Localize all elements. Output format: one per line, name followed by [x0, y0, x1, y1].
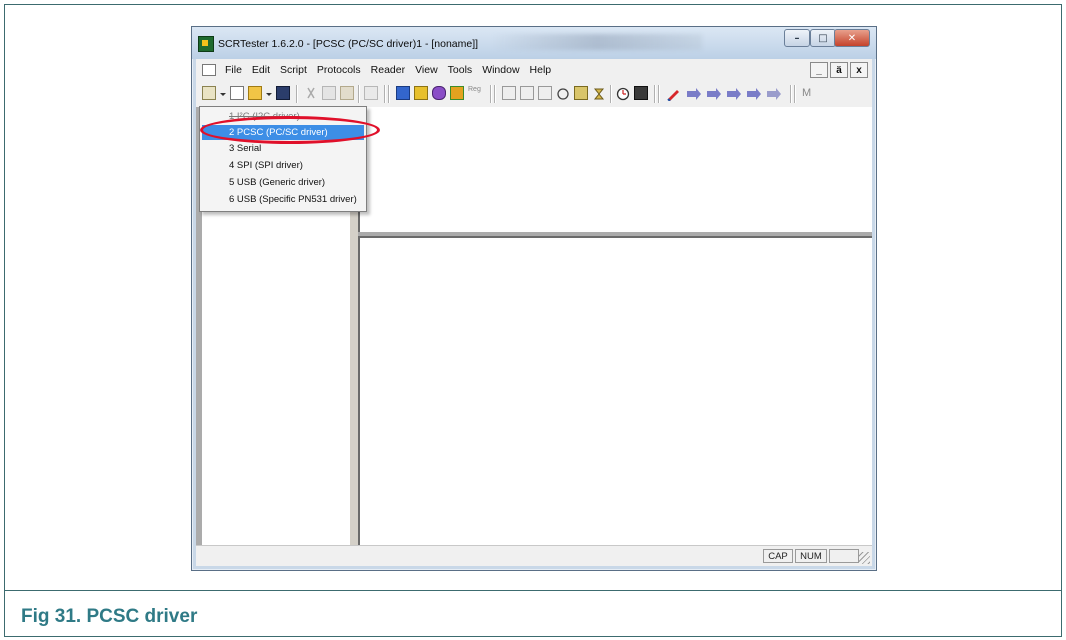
mdi-restore-button[interactable]: ä	[830, 62, 848, 78]
menu-window[interactable]: Window	[477, 64, 524, 76]
dropdown-item-usb-pn531[interactable]: 6 USB (Specific PN531 driver)	[202, 192, 364, 207]
menu-tools[interactable]: Tools	[443, 64, 478, 76]
scroll-indicator	[829, 549, 859, 563]
send-icon[interactable]	[414, 86, 428, 100]
toolbar-separator	[384, 85, 386, 103]
pen-icon[interactable]	[666, 86, 680, 102]
toolbar-separator	[658, 85, 660, 103]
menu-help[interactable]: Help	[525, 64, 557, 76]
dropdown-item-label: 1 I²C (I2C driver)	[229, 111, 300, 122]
toolbar-separator	[654, 85, 656, 103]
resize-grip[interactable]	[858, 552, 870, 564]
menu-script[interactable]: Script	[275, 64, 312, 76]
mdi-close-button[interactable]: x	[850, 62, 868, 78]
new-icon[interactable]	[230, 86, 244, 100]
open-icon[interactable]	[248, 86, 262, 100]
step-icon[interactable]	[502, 86, 516, 100]
dropdown-item-spi[interactable]: 4 SPI (SPI driver)	[202, 158, 364, 173]
dropdown-item-i2c[interactable]: 1 I²C (I2C driver)	[202, 109, 364, 124]
config-icon[interactable]	[592, 86, 606, 100]
erase-icon[interactable]	[432, 86, 446, 100]
dropdown-item-pcsc[interactable]: 2 PCSC (PC/SC driver)	[202, 125, 364, 140]
copy-icon[interactable]	[322, 86, 336, 100]
timer-icon[interactable]	[616, 86, 630, 101]
connect-dropdown-icon[interactable]	[220, 86, 226, 100]
toolbar-separator	[610, 85, 612, 103]
toolbar-separator	[358, 85, 360, 103]
grid-icon[interactable]	[450, 86, 464, 100]
reg-icon[interactable]: Reg	[468, 86, 484, 100]
title-bar-blur	[492, 34, 702, 50]
arrow5-icon[interactable]	[766, 86, 782, 100]
dropdown-item-serial[interactable]: 3 Serial	[202, 141, 364, 156]
window-title: SCRTester 1.6.2.0 - [PCSC (PC/SC driver)…	[218, 38, 479, 50]
run-icon[interactable]	[520, 86, 534, 100]
arrow4-icon[interactable]	[746, 86, 762, 100]
hand-icon[interactable]	[556, 86, 570, 100]
calc-icon[interactable]	[634, 86, 648, 100]
driver-dropdown-menu: 1 I²C (I2C driver) 2 PCSC (PC/SC driver)…	[199, 106, 367, 212]
toolbar-separator	[296, 85, 298, 103]
connect-icon[interactable]	[202, 86, 216, 100]
menu-reader[interactable]: Reader	[366, 64, 410, 76]
paste-icon[interactable]	[340, 86, 354, 100]
mdi-minimize-button[interactable]: _	[810, 62, 828, 78]
print-icon[interactable]	[364, 86, 378, 100]
status-bar: CAP NUM	[196, 545, 872, 566]
maximize-button[interactable]: □	[810, 29, 836, 47]
caption-divider	[4, 590, 1062, 591]
num-indicator: NUM	[795, 549, 827, 563]
app-icon	[198, 36, 214, 52]
toolbar: Reg M	[196, 81, 872, 108]
dropdown-item-usb-generic[interactable]: 5 USB (Generic driver)	[202, 175, 364, 190]
stop-icon[interactable]	[538, 86, 552, 100]
menu-bar: File Edit Script Protocols Reader View T…	[196, 59, 872, 82]
debug-icon[interactable]	[574, 86, 588, 100]
title-bar[interactable]: SCRTester 1.6.2.0 - [PCSC (PC/SC driver)…	[192, 27, 876, 59]
toolbar-separator	[794, 85, 796, 103]
toolbar-separator	[490, 85, 492, 103]
menu-view[interactable]: View	[410, 64, 443, 76]
figure-caption: Fig 31. PCSC driver	[21, 606, 198, 627]
open-dropdown-icon[interactable]	[266, 86, 272, 100]
caps-indicator: CAP	[763, 549, 793, 563]
close-button[interactable]: ✕	[834, 29, 870, 47]
arrow1-icon[interactable]	[686, 86, 702, 100]
output-pane[interactable]	[358, 107, 872, 232]
mdi-controls: _ ä x	[810, 62, 868, 78]
menu-file[interactable]: File	[220, 64, 247, 76]
apdu-icon[interactable]	[396, 86, 410, 100]
menu-protocols[interactable]: Protocols	[312, 64, 366, 76]
menu-edit[interactable]: Edit	[247, 64, 275, 76]
arrow3-icon[interactable]	[726, 86, 742, 100]
arrow2-icon[interactable]	[706, 86, 722, 100]
save-icon[interactable]	[276, 86, 290, 100]
document-icon[interactable]	[202, 64, 216, 76]
editor-pane[interactable]	[358, 236, 872, 546]
toolbar-separator	[388, 85, 390, 103]
cut-icon[interactable]	[304, 86, 318, 100]
minimize-button[interactable]: –	[784, 29, 810, 47]
m-icon[interactable]: M	[802, 86, 816, 100]
toolbar-separator	[790, 85, 792, 103]
toolbar-separator	[494, 85, 496, 103]
